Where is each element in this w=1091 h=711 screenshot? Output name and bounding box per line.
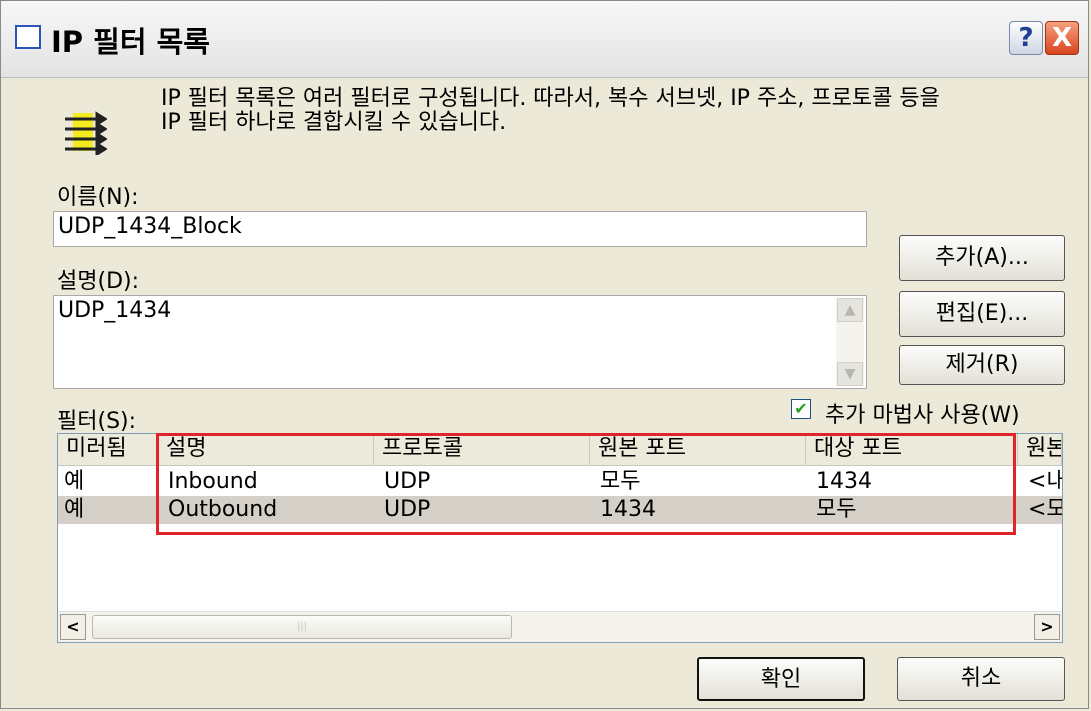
highlight-annotation-box: [156, 433, 1016, 535]
window-title: IP 필터 목록: [51, 25, 210, 59]
cancel-button[interactable]: 취소: [897, 657, 1065, 701]
add-button[interactable]: 추가(A)...: [899, 235, 1065, 281]
remove-button[interactable]: 제거(R): [899, 345, 1065, 385]
scrollbar-thumb[interactable]: |||: [92, 615, 512, 639]
cell-mirrored: 예: [64, 469, 85, 494]
ip-filter-list-dialog: IP 필터 목록 ? X IP 필터 목록은 여러 필터로 구성됩니다. 따라서…: [0, 0, 1089, 709]
name-input[interactable]: UDP_1434_Block: [53, 211, 867, 247]
description-vertical-scrollbar[interactable]: ▲ ▼: [836, 298, 864, 386]
dialog-description: IP 필터 목록은 여러 필터로 구성됩니다. 따라서, 복수 서브넷, IP …: [161, 87, 1061, 135]
filters-label: 필터(S):: [57, 409, 137, 434]
scroll-up-icon[interactable]: ▲: [837, 298, 863, 322]
scroll-down-icon[interactable]: ▼: [837, 362, 863, 386]
cell-source: <모: [1028, 497, 1062, 522]
column-header-source[interactable]: 원본: [1018, 434, 1062, 466]
close-button[interactable]: X: [1045, 21, 1079, 55]
help-button[interactable]: ?: [1009, 21, 1043, 55]
scroll-left-icon[interactable]: <: [60, 614, 86, 640]
column-header-mirrored[interactable]: 미러됨: [58, 434, 158, 466]
description-line-1: IP 필터 목록은 여러 필터로 구성됩니다. 따라서, 복수 서브넷, IP …: [161, 86, 940, 111]
title-bar[interactable]: IP 필터 목록 ? X: [1, 1, 1088, 78]
description-line-2: IP 필터 하나로 결합시킬 수 있습니다.: [161, 110, 507, 135]
description-label: 설명(D):: [57, 269, 139, 294]
wizard-checkbox[interactable]: ✔: [791, 399, 811, 419]
filter-list-icon: [65, 111, 107, 155]
description-input-value: UDP_1434: [58, 298, 172, 323]
cell-source: <내: [1028, 469, 1062, 494]
scroll-right-icon[interactable]: >: [1034, 614, 1060, 640]
cell-mirrored: 예: [64, 497, 85, 522]
ok-button[interactable]: 확인: [697, 657, 865, 701]
filter-list-horizontal-scrollbar[interactable]: < ||| >: [58, 611, 1062, 642]
window-icon: [15, 25, 41, 49]
description-input[interactable]: UDP_1434 ▲ ▼: [53, 295, 867, 389]
name-label: 이름(N):: [57, 185, 139, 210]
wizard-label[interactable]: 추가 마법사 사용(W): [825, 397, 1020, 429]
edit-button[interactable]: 편집(E)...: [899, 291, 1065, 337]
